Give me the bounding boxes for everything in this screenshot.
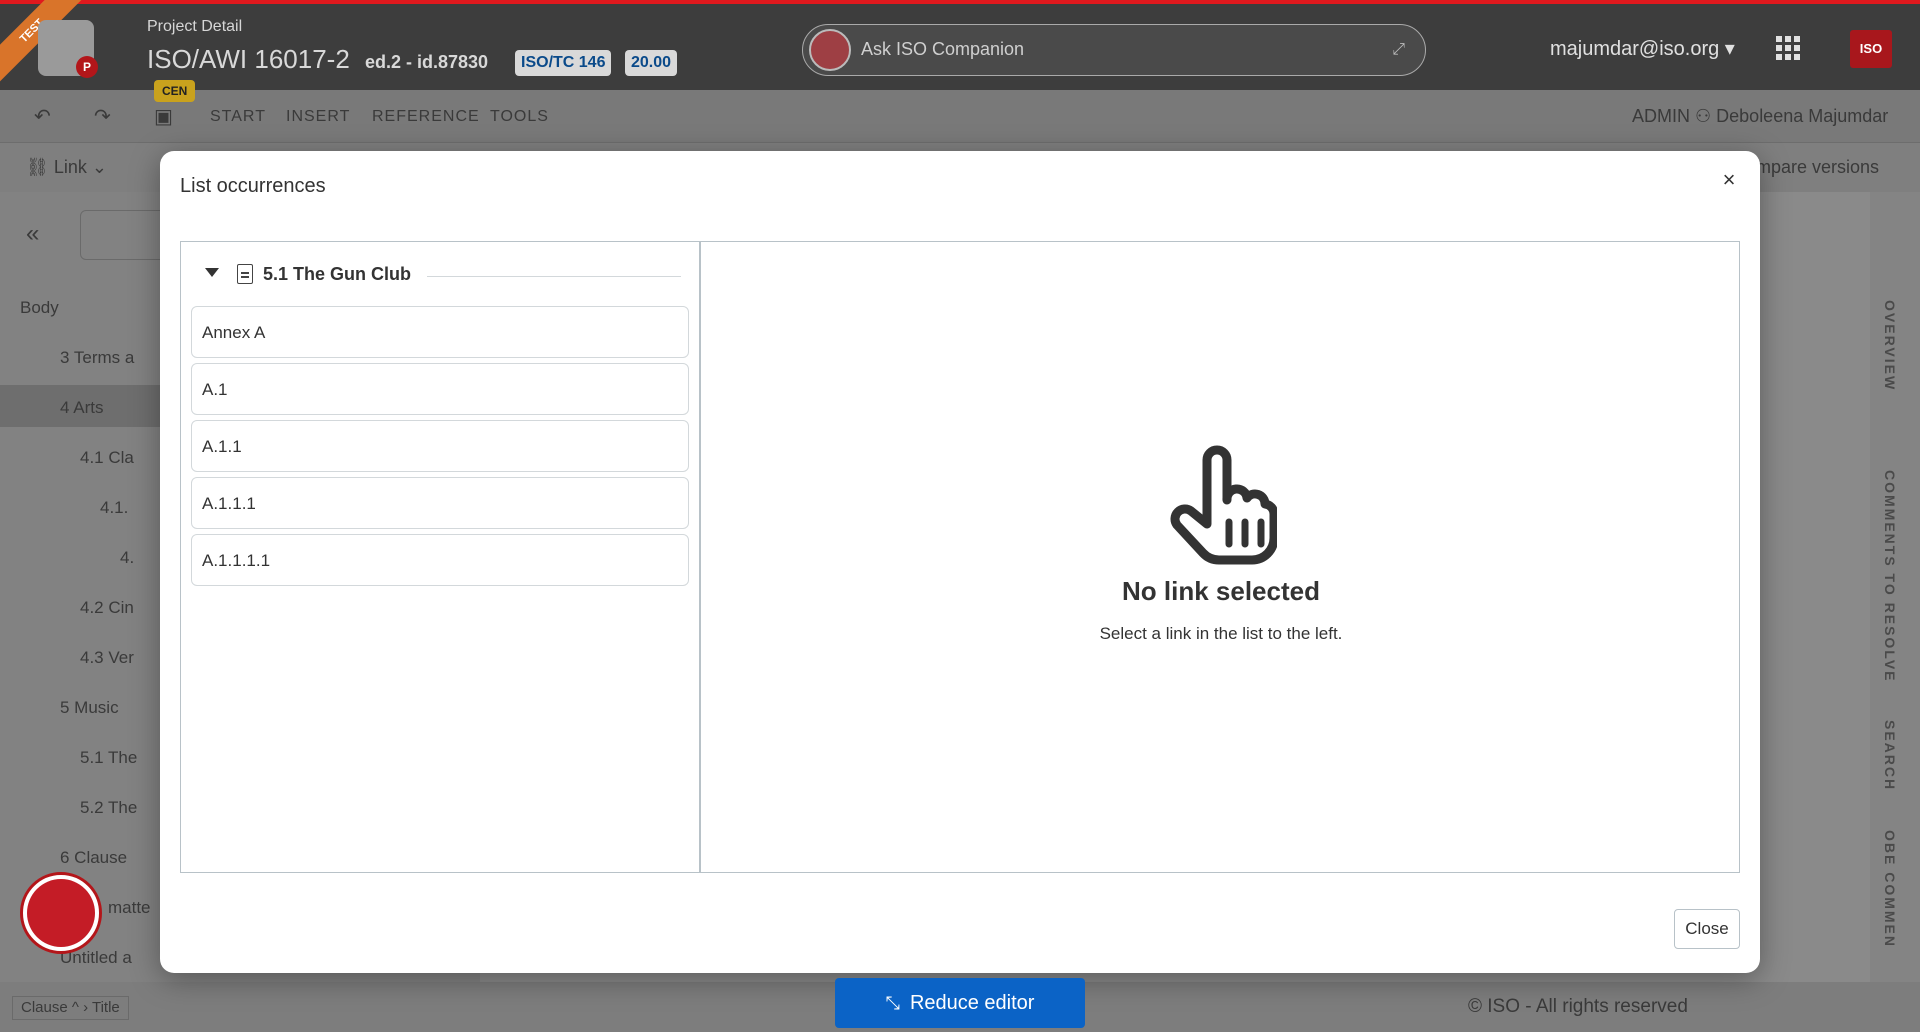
stage-chip[interactable]: 20.00 [625, 50, 678, 76]
compare-versions-button[interactable]: mpare versions [1756, 157, 1879, 178]
project-label: Project Detail [147, 18, 243, 35]
user-menu[interactable]: majumdar@iso.org ▾ [1550, 36, 1735, 61]
tree-item[interactable]: 5.2 The [80, 798, 137, 818]
tree-item[interactable]: 4.2 Cin [80, 598, 134, 618]
empty-state-subtitle: Select a link in the list to the left. [1099, 624, 1343, 643]
empty-state-title: No link selected [1122, 576, 1320, 606]
ai-assistant-button[interactable] [20, 872, 102, 954]
globe-sparkle-icon [27, 879, 95, 947]
save-icon[interactable]: ▣ [154, 104, 173, 129]
user-info: ADMIN ⚇ Deboleena Majumdar [1632, 106, 1888, 127]
apps-grid-icon[interactable] [1776, 36, 1800, 60]
main-toolbar: ↶ ↷ ▣ START INSERT REFERENCE TOOLS ADMIN… [0, 90, 1920, 142]
companion-placeholder: Ask ISO Companion [861, 39, 1025, 59]
tree-item[interactable]: matte [108, 898, 151, 918]
breadcrumb-right: Title [91, 999, 120, 1016]
copyright: © ISO - All rights reserved [1468, 996, 1688, 1017]
occurrence-item[interactable]: A.1.1 [191, 420, 689, 472]
app-icon[interactable]: P [38, 20, 98, 78]
tree-item[interactable]: 4.1. [100, 498, 128, 518]
role-label: ADMIN [1632, 106, 1690, 126]
project-edition: ed.2 - id.87830 [365, 52, 489, 72]
collapse-left-icon[interactable]: « [26, 220, 39, 248]
occurrence-item[interactable]: A.1.1.1 [191, 477, 689, 529]
tree-item[interactable]: 5.1 The [80, 748, 137, 768]
tree-item[interactable]: 5 Music [60, 698, 119, 718]
menu-reference[interactable]: REFERENCE [372, 108, 480, 126]
breadcrumb[interactable]: Clause ^ › Title [12, 996, 129, 1020]
menu-start[interactable]: START [210, 108, 266, 126]
user-name: Deboleena Majumdar [1716, 106, 1889, 126]
undo-icon[interactable]: ↶ [34, 104, 51, 129]
link-icon: ⛓ [26, 157, 54, 177]
person-icon: ⚇ [1695, 106, 1717, 126]
reduce-editor-label: Reduce editor [909, 992, 1035, 1014]
reduce-editor-button[interactable]: ⤡ Reduce editor [835, 978, 1085, 1028]
iso-logo: ISO [1850, 30, 1892, 68]
caret-down-icon[interactable] [205, 268, 219, 277]
occurrence-group-header[interactable]: 5.1 The Gun Club [205, 262, 681, 298]
occurrence-item[interactable]: Annex A [191, 306, 689, 358]
list-occurrences-dialog: List occurrences × 5.1 The Gun Club Anne… [160, 151, 1760, 973]
chevron-up-icon: ^ › [71, 999, 92, 1016]
tree-item[interactable]: 3 Terms a [60, 348, 134, 368]
dialog-body: 5.1 The Gun Club Annex A A.1 A.1.1 A.1.1… [180, 241, 1740, 873]
divider [427, 276, 681, 277]
overview-tab[interactable]: OVERVIEW [1882, 300, 1898, 391]
redo-icon[interactable]: ↷ [94, 104, 111, 129]
occurrence-item[interactable]: A.1 [191, 363, 689, 415]
close-button[interactable]: Close [1674, 909, 1740, 949]
dialog-title: List occurrences [180, 175, 326, 197]
tree-item[interactable]: Body [20, 298, 59, 318]
tree-item[interactable]: 4.3 Ver [80, 648, 134, 668]
pointing-hand-icon [1170, 445, 1277, 565]
close-icon[interactable]: × [1714, 165, 1744, 195]
user-email: majumdar@iso.org [1550, 38, 1720, 60]
companion-search[interactable]: Ask ISO Companion ⤢ [802, 24, 1426, 76]
tree-item[interactable]: 4 Arts [60, 398, 103, 418]
occurrence-item[interactable]: A.1.1.1.1 [191, 534, 689, 586]
occurrence-list-pane: 5.1 The Gun Club Annex A A.1 A.1.1 A.1.1… [181, 242, 701, 872]
link-dropdown[interactable]: ⛓ Link ⌄ [26, 157, 107, 178]
occurrence-detail-pane: No link selected Select a link in the li… [703, 242, 1739, 872]
cen-badge: CEN [154, 80, 196, 102]
tree-item[interactable]: 4. [120, 548, 134, 568]
document-icon [237, 264, 253, 284]
expand-icon[interactable]: ⤢ [1392, 41, 1405, 59]
project-title: ISO/AWI 16017-2 [147, 44, 350, 74]
committee-chip[interactable]: ISO/TC 146 [515, 50, 612, 76]
breadcrumb-left: Clause [21, 999, 68, 1016]
tree-item[interactable]: 6 Clause [60, 848, 127, 868]
collapse-arrows-icon: ⤡ [885, 993, 900, 1013]
group-name: 5.1 The Gun Club [263, 264, 412, 284]
obe-comments-tab[interactable]: OBE COMMEN [1882, 830, 1898, 948]
tree-item[interactable]: 4.1 Cla [80, 448, 134, 468]
top-bar: TEST P Project Detail ISO/AWI 16017-2 ed… [0, 0, 1920, 90]
companion-globe-icon [809, 29, 851, 71]
app-badge: P [76, 56, 98, 78]
menu-insert[interactable]: INSERT [286, 108, 350, 126]
search-tab[interactable]: SEARCH [1882, 720, 1898, 791]
comments-tab[interactable]: COMMENTS TO RESOLVE [1882, 470, 1898, 683]
menu-tools[interactable]: TOOLS [490, 108, 549, 126]
link-label: Link [53, 157, 87, 177]
